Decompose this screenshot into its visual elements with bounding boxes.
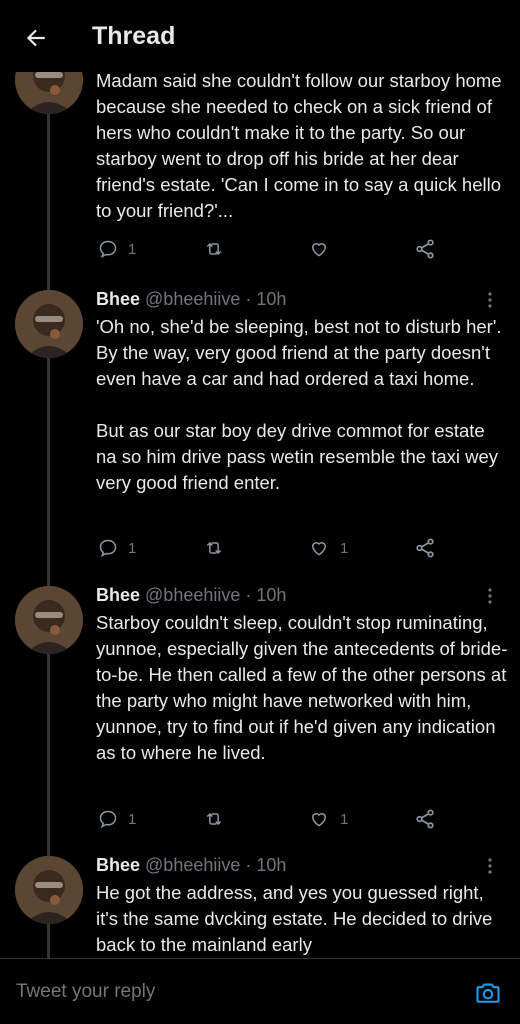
tweet-actions: 1 1	[96, 806, 506, 832]
avatar[interactable]	[15, 72, 83, 114]
avatar[interactable]	[15, 290, 83, 358]
camera-button[interactable]	[474, 979, 502, 1007]
like-count: 1	[340, 810, 349, 828]
heart-icon	[311, 542, 327, 556]
retweet-button[interactable]	[203, 806, 225, 832]
back-button[interactable]	[18, 20, 54, 56]
reply-input[interactable]	[16, 981, 416, 1003]
share-button[interactable]	[414, 535, 436, 561]
user-handle[interactable]: @bheehiive	[145, 855, 240, 875]
separator-dot: ·	[245, 289, 252, 309]
top-bar: Thread	[0, 0, 520, 72]
like-button[interactable]: 1	[308, 806, 348, 832]
reply-icon	[99, 240, 117, 259]
tweet-header: Bhee @bheehiive · 10h	[96, 854, 286, 876]
tweet-text: 'Oh no, she'd be sleeping, best not to d…	[96, 316, 502, 493]
share-button[interactable]	[414, 236, 436, 262]
tweet-text: Starboy couldn't sleep, couldn't stop ru…	[96, 612, 512, 763]
tweet-header: Bhee @bheehiive · 10h	[96, 584, 286, 606]
tweet-actions: 1	[96, 236, 506, 262]
display-name[interactable]: Bhee	[96, 855, 140, 875]
reply-bar	[0, 958, 520, 1024]
user-handle[interactable]: @bheehiive	[145, 585, 240, 605]
camera-icon	[476, 983, 500, 1003]
timestamp[interactable]: 10h	[256, 289, 286, 309]
separator-dot: ·	[245, 855, 252, 875]
more-button[interactable]	[480, 586, 500, 606]
like-count: 1	[340, 539, 349, 557]
reply-button[interactable]: 1	[98, 806, 136, 832]
page-title: Thread	[92, 22, 176, 50]
retweet-button[interactable]	[203, 236, 225, 262]
arrow-left-icon	[26, 29, 45, 47]
reply-icon	[99, 810, 117, 829]
avatar[interactable]	[15, 586, 83, 654]
tweet-text: Madam said she couldn't follow our starb…	[96, 72, 507, 221]
like-button[interactable]	[308, 236, 340, 262]
more-vertical-icon	[488, 588, 492, 604]
share-icon	[416, 538, 434, 558]
reply-icon	[99, 539, 117, 558]
heart-icon	[311, 243, 327, 257]
reply-button[interactable]: 1	[98, 236, 136, 262]
retweet-icon	[206, 812, 222, 826]
like-button[interactable]: 1	[308, 535, 348, 561]
more-button[interactable]	[480, 856, 500, 876]
tweet[interactable]: Bhee @bheehiive · 10h 'Oh no, she'd be s…	[0, 282, 520, 572]
more-button[interactable]	[480, 290, 500, 310]
display-name[interactable]: Bhee	[96, 585, 140, 605]
heart-icon	[311, 813, 327, 827]
share-icon	[416, 239, 434, 259]
tweet[interactable]: Bhee @bheehiive · 10h Starboy couldn't s…	[0, 580, 520, 848]
retweet-icon	[206, 541, 222, 555]
tweet-header: Bhee @bheehiive · 10h	[96, 288, 286, 310]
share-icon	[416, 809, 434, 829]
tweet-text: He got the address, and yes you guessed …	[96, 882, 498, 955]
reply-button[interactable]: 1	[98, 535, 136, 561]
timestamp[interactable]: 10h	[256, 855, 286, 875]
tweet-actions: 1 1	[96, 535, 506, 561]
more-vertical-icon	[488, 292, 492, 308]
thread-list[interactable]: Madam said she couldn't follow our starb…	[0, 72, 520, 958]
retweet-icon	[206, 242, 222, 256]
tweet[interactable]: Madam said she couldn't follow our starb…	[0, 72, 520, 282]
reply-count: 1	[128, 810, 137, 828]
display-name[interactable]: Bhee	[96, 289, 140, 309]
reply-count: 1	[128, 539, 137, 557]
timestamp[interactable]: 10h	[256, 585, 286, 605]
retweet-button[interactable]	[203, 535, 225, 561]
tweet[interactable]: Bhee @bheehiive · 10h He got the address…	[0, 850, 520, 958]
user-handle[interactable]: @bheehiive	[145, 289, 240, 309]
separator-dot: ·	[245, 585, 252, 605]
share-button[interactable]	[414, 806, 436, 832]
avatar[interactable]	[15, 856, 83, 924]
reply-count: 1	[128, 240, 137, 258]
more-vertical-icon	[488, 858, 492, 874]
